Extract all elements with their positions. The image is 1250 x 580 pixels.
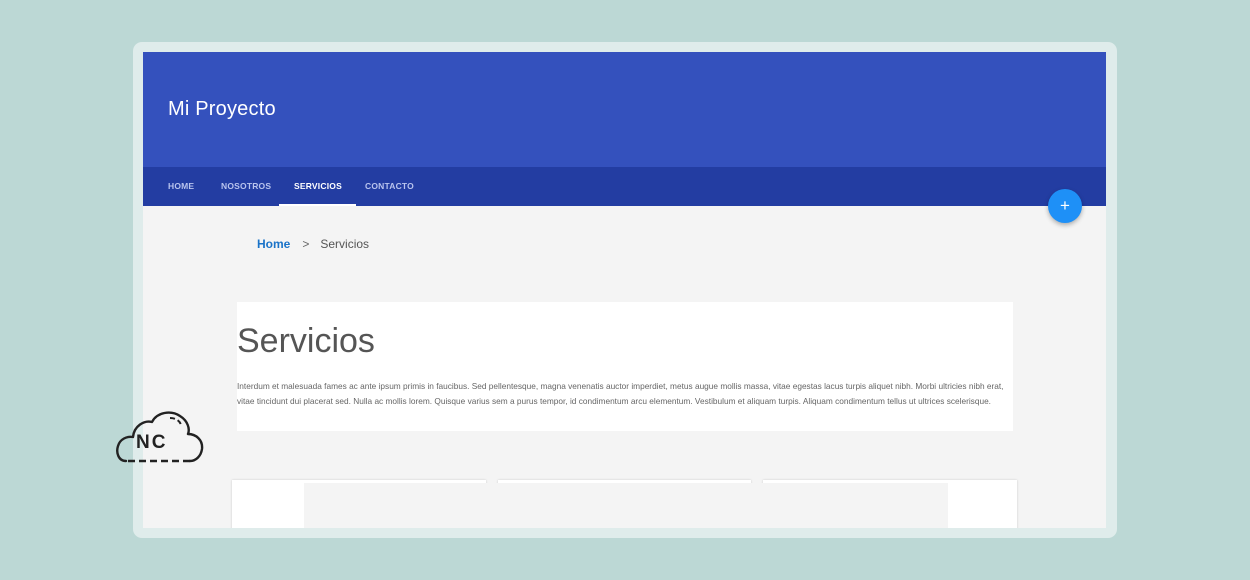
page-viewport: Mi Proyecto HOME NOSOTROS SERVICIOS CONT… <box>143 52 1106 528</box>
breadcrumb: Home > Servicios <box>257 237 369 251</box>
breadcrumb-current: Servicios <box>320 237 370 251</box>
brand-title[interactable]: Mi Proyecto <box>168 98 276 121</box>
content-panel: Servicios Interdum et malesuada fames ac… <box>237 302 1013 431</box>
nav-bar: HOME NOSOTROS SERVICIOS CONTACTO <box>143 167 1106 206</box>
page-description: Interdum et malesuada fames ac ante ipsu… <box>237 381 1004 406</box>
app-header: Mi Proyecto <box>143 52 1106 167</box>
breadcrumb-home-link[interactable]: Home <box>257 237 290 251</box>
logo-text: NC <box>136 432 168 453</box>
breadcrumb-separator: > <box>302 237 310 251</box>
nav-item-home[interactable]: HOME <box>168 167 194 206</box>
card-media-area <box>304 483 948 528</box>
nc-logo: NC <box>114 408 206 466</box>
page-title: Servicios <box>237 322 375 360</box>
nav-item-nosotros[interactable]: NOSOTROS <box>221 167 271 206</box>
nav-item-contacto[interactable]: CONTACTO <box>365 167 414 206</box>
browser-frame: Mi Proyecto HOME NOSOTROS SERVICIOS CONT… <box>133 42 1117 538</box>
add-button[interactable]: + <box>1048 189 1082 223</box>
nav-item-servicios[interactable]: SERVICIOS <box>279 167 356 206</box>
